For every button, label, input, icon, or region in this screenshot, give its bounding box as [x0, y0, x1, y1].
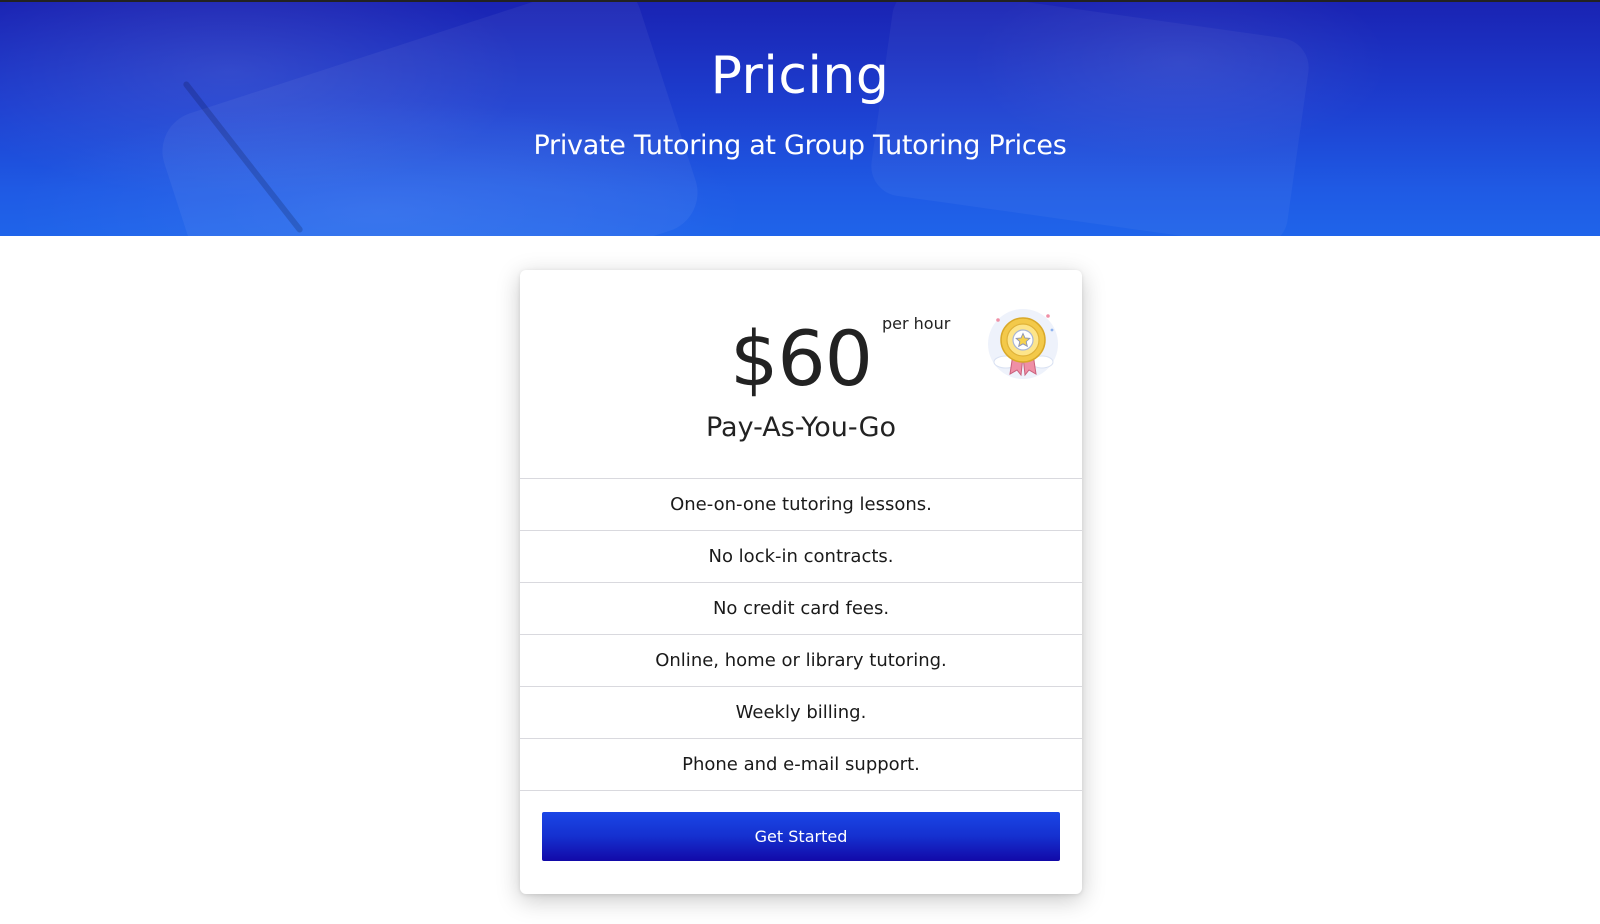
feature-item: Phone and e-mail support. — [520, 738, 1082, 790]
pricing-card: $60 per hour Pay-As-You-Go One-on-one tu… — [520, 270, 1082, 894]
page-subtitle: Private Tutoring at Group Tutoring Price… — [533, 130, 1067, 161]
feature-item: No lock-in contracts. — [520, 530, 1082, 582]
feature-item: One-on-one tutoring lessons. — [520, 478, 1082, 530]
hero-background-shape — [152, 2, 708, 236]
get-started-button[interactable]: Get Started — [542, 812, 1060, 861]
feature-list: One-on-one tutoring lessons. No lock-in … — [520, 478, 1082, 790]
price-unit: per hour — [882, 314, 951, 333]
feature-list-divider — [520, 790, 1082, 791]
hero-banner: Pricing Private Tutoring at Group Tutori… — [0, 0, 1600, 236]
feature-item: Online, home or library tutoring. — [520, 634, 1082, 686]
page-title: Pricing — [710, 46, 890, 106]
hero-background-shape — [867, 2, 1313, 236]
pricing-card-header: $60 per hour Pay-As-You-Go — [520, 270, 1082, 478]
feature-item: Weekly billing. — [520, 686, 1082, 738]
feature-item: No credit card fees. — [520, 582, 1082, 634]
award-medal-icon — [988, 309, 1058, 379]
plan-name: Pay-As-You-Go — [705, 412, 897, 443]
